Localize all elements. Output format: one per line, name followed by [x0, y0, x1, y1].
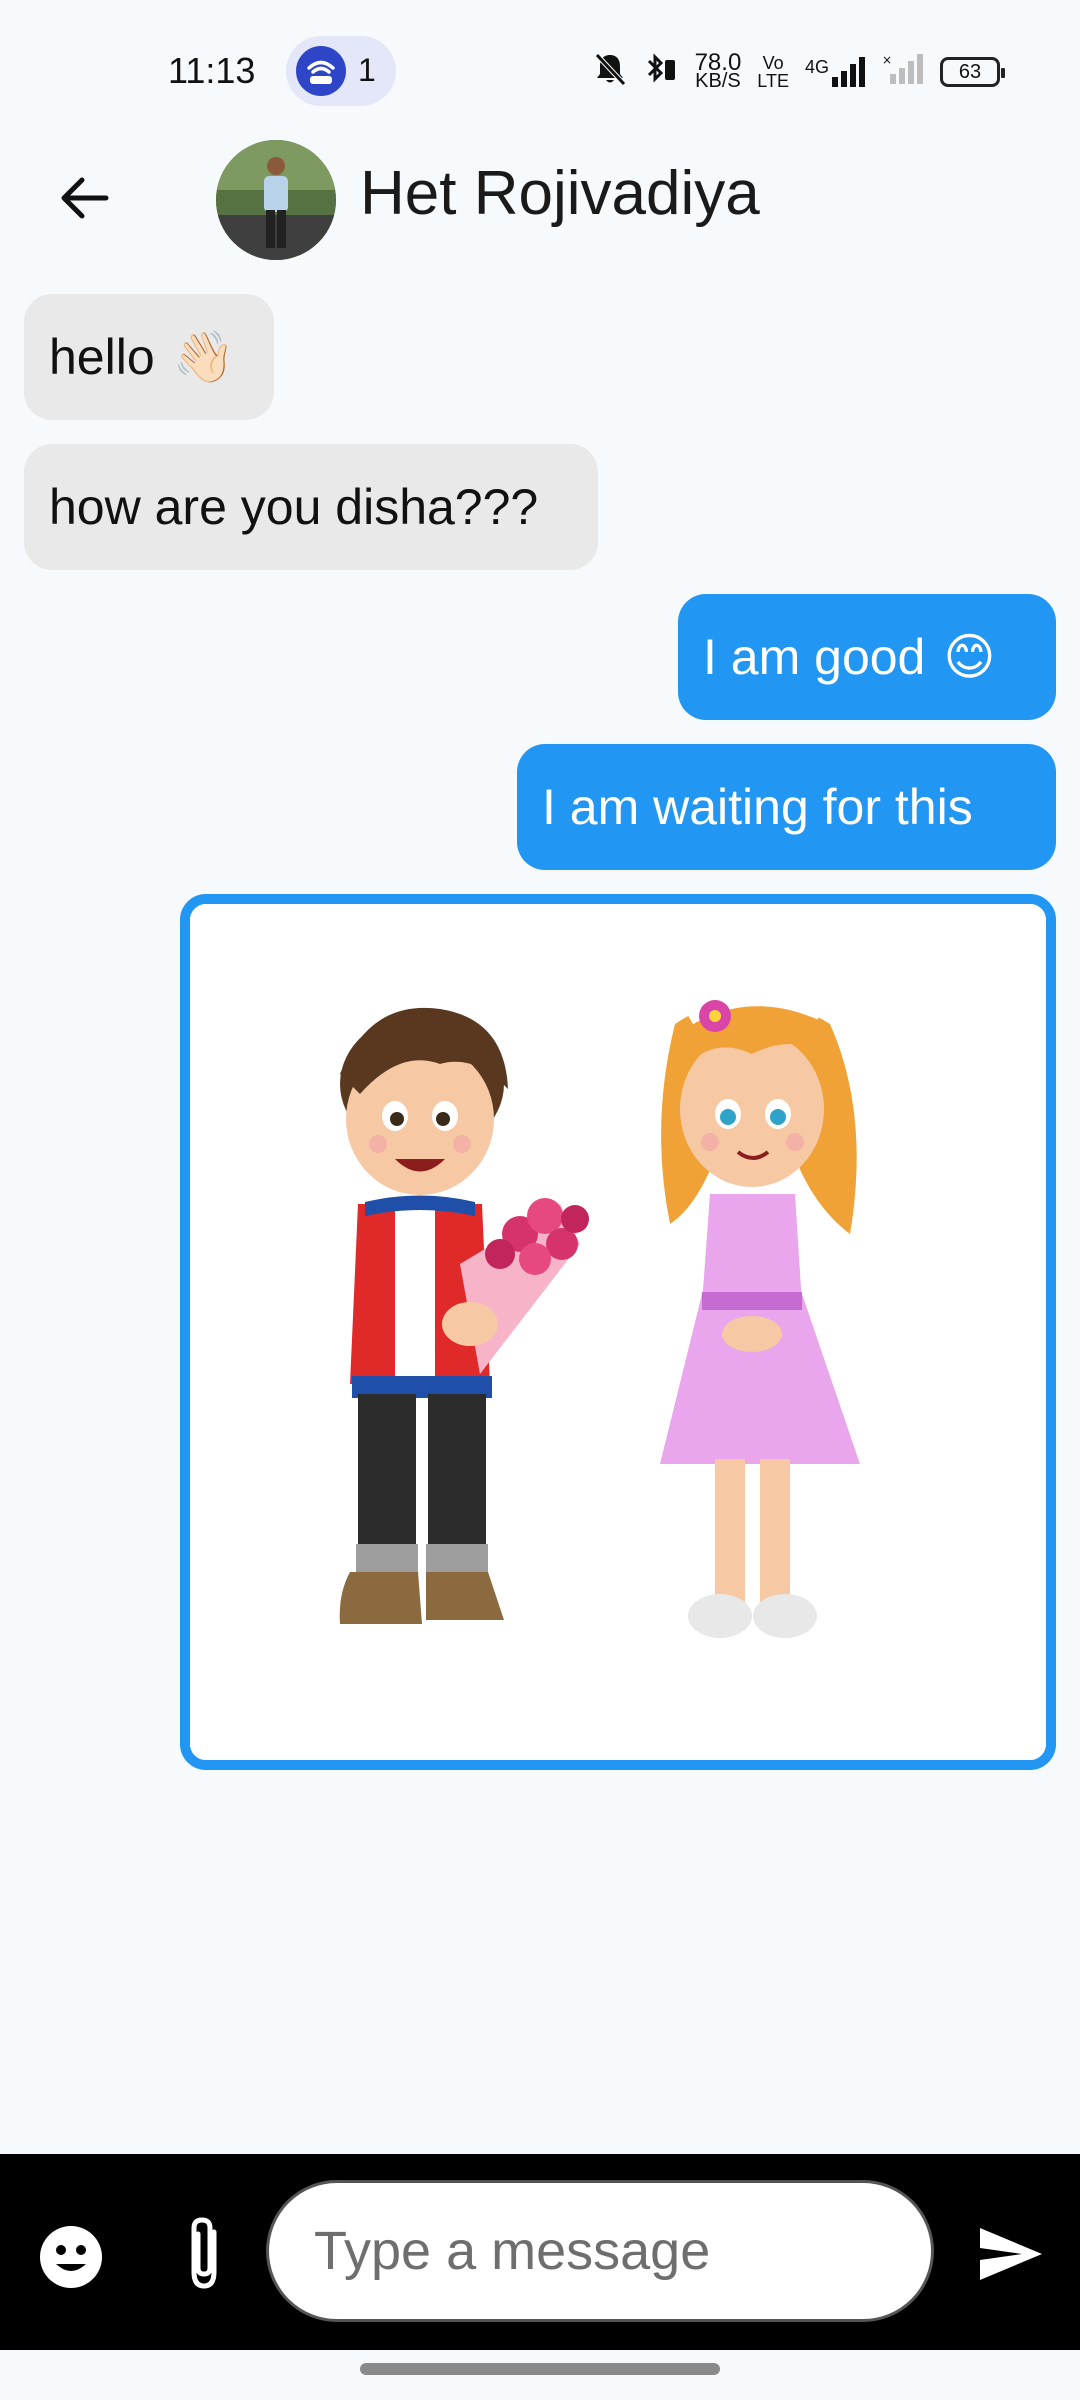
contact-avatar[interactable] — [216, 140, 336, 260]
message-bubble-outgoing[interactable]: I am waiting for this — [517, 744, 1056, 870]
emoji-button[interactable] — [38, 2224, 104, 2290]
hotspot-indicator: 1 — [286, 36, 396, 106]
back-arrow-icon — [61, 177, 109, 219]
volte-indicator: Vo LTE — [757, 54, 789, 90]
message-bubble-incoming[interactable]: hello 👋🏻 — [24, 294, 274, 420]
message-bubble-outgoing[interactable]: I am good 😊 — [678, 594, 1056, 720]
hotspot-icon — [296, 46, 346, 96]
volte-top: Vo — [762, 53, 784, 73]
send-icon — [980, 2228, 1042, 2280]
message-composer — [0, 2154, 1080, 2350]
status-time: 11:13 — [168, 50, 256, 91]
navigation-bar — [0, 2350, 1080, 2400]
send-button[interactable] — [976, 2224, 1046, 2284]
attach-button[interactable] — [176, 2214, 232, 2294]
status-bar: 11:13 1 78.0 KB/S Vo LTE 4G × 63 — [0, 0, 1080, 140]
smiley-icon — [40, 2226, 102, 2288]
message-text: hello — [49, 329, 155, 385]
network-speed-unit: KB/S — [695, 70, 741, 92]
signal-4g-icon: 4G — [805, 57, 866, 87]
paperclip-icon — [191, 2217, 217, 2289]
volte-bottom: LTE — [757, 71, 789, 91]
hotspot-count: 1 — [358, 52, 376, 88]
contact-name[interactable]: Het Rojivadiya — [360, 158, 760, 229]
svg-text:×: × — [882, 54, 892, 67]
message-text: how are you disha??? — [49, 479, 539, 535]
network-speed: 78.0 KB/S — [695, 51, 742, 92]
signal-sim2-icon: × — [882, 53, 924, 90]
bluetooth-battery-icon — [643, 51, 679, 93]
message-text: I am good — [703, 629, 926, 685]
message-text: I am waiting for this — [542, 779, 973, 835]
image-message[interactable] — [180, 894, 1056, 1770]
waving-hand-emoji-icon: 👋🏻 — [172, 327, 235, 386]
battery-level: 63 — [958, 60, 982, 83]
cartoon-boy-girl-flowers-image — [190, 904, 1046, 1760]
smiling-face-emoji-icon: 😊 — [943, 628, 996, 686]
message-bubble-incoming[interactable]: how are you disha??? — [24, 444, 598, 570]
chat-header: Het Rojivadiya — [0, 136, 1080, 260]
status-icons: 78.0 KB/S Vo LTE 4G × 63 — [593, 51, 1005, 93]
back-button[interactable] — [44, 158, 124, 238]
mute-bell-icon — [593, 51, 627, 93]
message-input[interactable] — [266, 2180, 934, 2322]
home-gesture-handle[interactable] — [360, 2363, 720, 2375]
network-type: 4G — [804, 57, 829, 77]
battery-icon: 63 — [940, 57, 1005, 87]
